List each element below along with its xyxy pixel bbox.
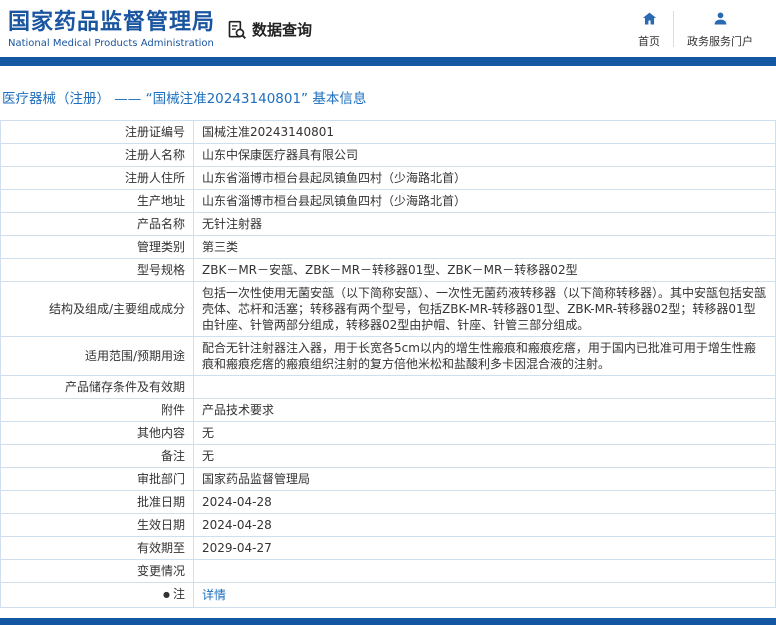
table-row: 注册人住所 山东省淄博市桓台县起凤镇鱼四村（少海路北首）: [0, 166, 776, 190]
table-row: 产品储存条件及有效期: [0, 375, 776, 399]
row-label: 管理类别: [0, 235, 194, 259]
row-label: 结构及组成/主要组成成分: [0, 281, 194, 337]
header-quick-links: 首页 政务服务门户: [625, 8, 766, 52]
row-value: ZBK－MR－安瓿、ZBK－MR－转移器01型、ZBK－MR－转移器02型: [193, 258, 776, 282]
row-label: 注册人住所: [0, 166, 194, 190]
page: 国家药品监督管理局 National Medical Products Admi…: [0, 0, 776, 625]
table-row: 变更情况: [0, 559, 776, 583]
portal-link[interactable]: 政务服务门户: [674, 8, 766, 52]
row-value: 配合无针注射器注入器，用于长宽各5cm以内的增生性瘢痕和瘢痕疙瘩，用于国内已批准…: [193, 336, 776, 376]
site-header: 国家药品监督管理局 National Medical Products Admi…: [0, 0, 776, 57]
table-row: 有效期至 2029-04-27: [0, 536, 776, 560]
home-link[interactable]: 首页: [625, 8, 673, 52]
table-row: ● 注详情: [0, 582, 776, 608]
row-value: 山东省淄博市桓台县起凤镇鱼四村（少海路北首）: [193, 166, 776, 190]
header-accent-bar: [0, 57, 776, 66]
row-value: 产品技术要求: [193, 398, 776, 422]
row-value: 无: [193, 421, 776, 445]
row-label: 备注: [0, 444, 194, 468]
row-value: 无: [193, 444, 776, 468]
logo-title: 国家药品监督管理局: [8, 10, 216, 36]
data-query-label: 数据查询: [252, 21, 313, 39]
logo-subtitle: National Medical Products Administration: [8, 37, 214, 49]
row-value: [193, 559, 776, 583]
row-value: 国家药品监督管理局: [193, 467, 776, 491]
document-magnifier-icon: [227, 20, 247, 40]
nmpa-logo[interactable]: 国家药品监督管理局 National Medical Products Admi…: [8, 10, 215, 48]
table-row: 管理类别 第三类: [0, 235, 776, 259]
row-value: [193, 375, 776, 399]
row-label: 产品名称: [0, 212, 194, 236]
row-label: 附件: [0, 398, 194, 422]
row-value: 2024-04-28: [193, 513, 776, 537]
table-row: 型号规格 ZBK－MR－安瓿、ZBK－MR－转移器01型、ZBK－MR－转移器02…: [0, 258, 776, 282]
note-dot-icon: ●: [163, 590, 170, 599]
table-row: 批准日期 2024-04-28: [0, 490, 776, 514]
row-label: 产品储存条件及有效期: [0, 375, 194, 399]
table-row: 结构及组成/主要组成成分 包括一次性使用无菌安瓿（以下简称安瓿）、一次性无菌药液转…: [0, 281, 776, 337]
row-value: 2024-04-28: [193, 490, 776, 514]
row-value: 2029-04-27: [193, 536, 776, 560]
row-label: 审批部门: [0, 467, 194, 491]
row-label: 型号规格: [0, 258, 194, 282]
row-value: 详情: [193, 582, 776, 608]
table-row: 产品名称 无针注射器: [0, 212, 776, 236]
row-label: 其他内容: [0, 421, 194, 445]
row-label: 变更情况: [0, 559, 194, 583]
row-value: 国械注准20243140801: [193, 120, 776, 144]
row-label: 注册证编号: [0, 120, 194, 144]
table-row: 其他内容无: [0, 421, 776, 445]
table-row: 注册证编号 国械注准20243140801: [0, 120, 776, 144]
data-query-nav[interactable]: 数据查询: [227, 19, 312, 40]
row-label: ● 注: [0, 582, 194, 608]
row-value: 包括一次性使用无菌安瓿（以下简称安瓿）、一次性无菌药液转移器（以下简称转移器）。…: [193, 281, 776, 337]
row-value: 山东省淄博市桓台县起凤镇鱼四村（少海路北首）: [193, 189, 776, 213]
info-table: 注册证编号 国械注准20243140801 注册人名称 山东中保康医疗器具有限公司 注册…: [0, 120, 776, 608]
table-row: 适用范围/预期用途 配合无针注射器注入器，用于长宽各5cm以内的增生性瘢痕和瘢痕疙…: [0, 336, 776, 376]
row-label: 批准日期: [0, 490, 194, 514]
user-icon: [713, 11, 728, 29]
home-label: 首页: [638, 34, 660, 48]
home-icon: [642, 11, 657, 29]
page-title: 医疗器械（注册） —— “国械注准20243140801” 基本信息: [2, 87, 776, 107]
table-row: 注册人名称 山东中保康医疗器具有限公司: [0, 143, 776, 167]
table-row: 生效日期 2024-04-28: [0, 513, 776, 537]
row-label: 生效日期: [0, 513, 194, 537]
row-label: 注册人名称: [0, 143, 194, 167]
row-value: 山东中保康医疗器具有限公司: [193, 143, 776, 167]
portal-label: 政务服务门户: [687, 34, 753, 48]
row-label: 生产地址: [0, 189, 194, 213]
footer-bar: [0, 618, 776, 625]
detail-link[interactable]: 详情: [202, 588, 226, 602]
row-label: 有效期至: [0, 536, 194, 560]
page-title-text: 医疗器械（注册） —— “国械注准20243140801” 基本信息: [2, 91, 367, 107]
table-row: 附件 产品技术要求: [0, 398, 776, 422]
row-value: 第三类: [193, 235, 776, 259]
row-label: 适用范围/预期用途: [0, 336, 194, 376]
table-row: 备注无: [0, 444, 776, 468]
table-row: 审批部门 国家药品监督管理局: [0, 467, 776, 491]
row-value: 无针注射器: [193, 212, 776, 236]
table-row: 生产地址 山东省淄博市桓台县起凤镇鱼四村（少海路北首）: [0, 189, 776, 213]
